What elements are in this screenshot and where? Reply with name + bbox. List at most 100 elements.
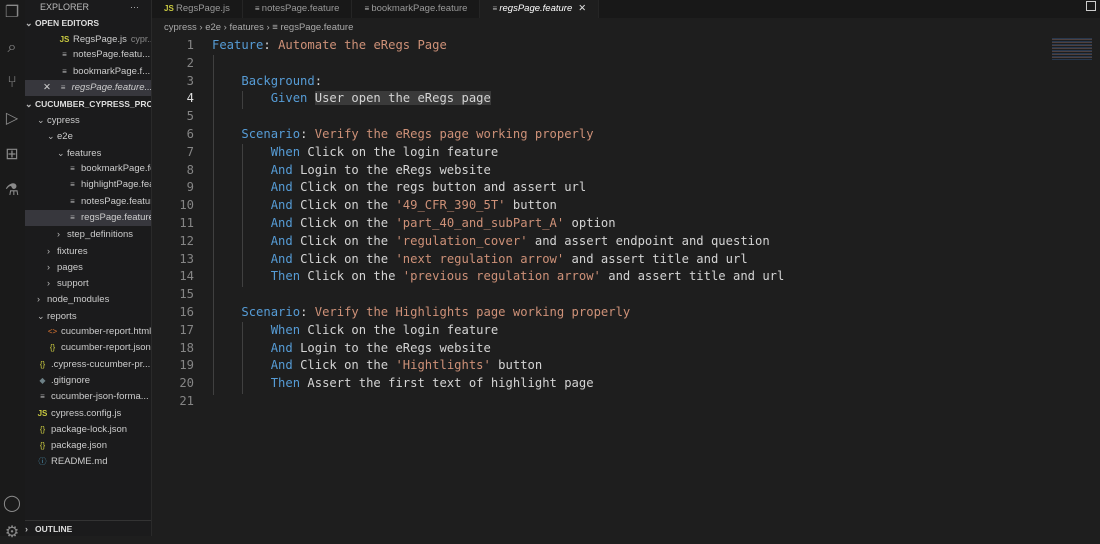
line-number: 19 — [179, 358, 194, 373]
folder-item[interactable]: ⌄ reports — [25, 308, 151, 324]
line-number: 14 — [179, 269, 194, 284]
code-line[interactable]: And Click on the 'part_40_and_subPart_A'… — [212, 216, 616, 230]
code-line[interactable]: Feature: Automate the eRegs Page — [212, 38, 447, 52]
close-icon[interactable]: ✕ — [43, 82, 54, 93]
outline-header[interactable]: › OUTLINE — [25, 520, 151, 536]
run-debug-icon[interactable]: ▷ — [1, 108, 23, 130]
code-line[interactable]: And Click on the '49_CFR_390_5T' button — [212, 198, 557, 212]
code-line[interactable]: And Login to the eRegs website — [212, 163, 491, 177]
code-line[interactable]: And Click on the 'next regulation arrow'… — [212, 252, 748, 266]
code-line[interactable]: And Click on the 'Hightlights' button — [212, 358, 543, 372]
file-item[interactable]: ⓘ README.md — [25, 454, 151, 470]
account-icon[interactable]: ◯ — [1, 493, 23, 515]
file-item[interactable]: <> cucumber-report.html — [25, 324, 151, 340]
text-token: Click on the — [300, 251, 396, 266]
file-item[interactable]: {} .cypress-cucumber-pr... — [25, 357, 151, 373]
code-line[interactable]: When Click on the login feature — [212, 145, 498, 159]
folder-item[interactable]: › pages — [25, 259, 151, 275]
tab-regspage-feature[interactable]: ≡ regsPage.feature ✕ — [480, 0, 600, 18]
folder-item[interactable]: › step_definitions — [25, 226, 151, 242]
code-line[interactable]: When Click on the login feature — [212, 323, 498, 337]
folder-item[interactable]: ⌄ e2e — [25, 128, 151, 144]
breadcrumb-item[interactable]: regsPage.feature — [280, 22, 353, 33]
code-line[interactable]: And Click on the 'regulation_cover' and … — [212, 234, 770, 248]
breadcrumb-item[interactable]: e2e — [205, 22, 221, 33]
tab-regspage-js[interactable]: JS RegsPage.js — [152, 0, 243, 18]
folder-item[interactable]: › fixtures — [25, 243, 151, 259]
file-item[interactable]: ≡ bookmarkPage.fe... — [25, 161, 151, 177]
string-token: 'previous regulation arrow' — [402, 269, 601, 284]
file-item[interactable]: {} package.json — [25, 438, 151, 454]
tab-label: bookmarkPage.feature — [371, 3, 468, 14]
code-line[interactable]: Scenario: Verify the eRegs page working … — [212, 127, 593, 141]
file-item[interactable]: JS cypress.config.js — [25, 406, 151, 422]
line-number: 18 — [179, 340, 194, 355]
line-number: 10 — [179, 198, 194, 213]
file-item[interactable]: ◆ .gitignore — [25, 373, 151, 389]
breadcrumb-separator-icon: › — [263, 22, 273, 33]
folder-item[interactable]: ⌄ cypress — [25, 112, 151, 128]
project-header[interactable]: ⌄ CUCUMBER_CYPRESS_PRO... — [25, 96, 151, 112]
minimap[interactable] — [1052, 38, 1092, 60]
file-feat-icon: ≡ — [60, 82, 66, 92]
item-name: reports — [47, 310, 77, 322]
file-feat-icon: ≡ — [62, 50, 67, 60]
outline-label: OUTLINE — [35, 524, 73, 534]
tab-label: RegsPage.js — [176, 3, 230, 14]
file-item[interactable]: ≡ highlightPage.fea... — [25, 177, 151, 193]
open-editor-item[interactable]: ≡ bookmarkPage.f... — [25, 64, 151, 80]
code-editor[interactable]: 1 Feature: Automate the eRegs Page 2 3 Back… — [152, 37, 1100, 536]
string-token: 'regulation_cover' — [395, 233, 528, 248]
extensions-icon[interactable]: ⊞ — [1, 144, 23, 166]
tab-bookmarkpage-feature[interactable]: ≡ bookmarkPage.feature — [352, 0, 481, 18]
open-editor-item[interactable]: JSRegsPage.jscypr... — [25, 31, 151, 47]
file-item[interactable]: {} package-lock.json — [25, 422, 151, 438]
line-number: 15 — [179, 287, 194, 302]
code-line[interactable]: And Click on the regs button and assert … — [212, 180, 587, 194]
split-editor-icon[interactable] — [1086, 1, 1096, 11]
source-control-icon[interactable]: ⑂ — [1, 72, 23, 94]
item-name: bookmarkPage.fe... — [81, 163, 151, 175]
breadcrumb-item[interactable]: cypress — [164, 22, 197, 33]
file-item[interactable]: ≡ notesPage.feature — [25, 194, 151, 210]
breadcrumb-item[interactable]: features — [230, 22, 264, 33]
open-editor-item[interactable]: ≡ notesPage.featu... — [25, 47, 151, 63]
explorer-sidebar: EXPLORER ··· ⌄ OPEN EDITORS JS RegsPage.js c… — [25, 0, 152, 536]
file-item[interactable]: {} cucumber-report.json — [25, 340, 151, 356]
chevron-down-icon: ⌄ — [37, 310, 45, 321]
code-line[interactable]: Background: — [212, 74, 322, 88]
folder-item[interactable]: › node_modules — [25, 291, 151, 307]
code-line[interactable]: Given User open the eRegs page — [212, 91, 491, 106]
text-token: Click on the — [300, 216, 396, 230]
gherkin-keyword: When — [270, 322, 308, 337]
item-name: node_modules — [47, 294, 110, 306]
testing-icon[interactable]: ⚗ — [1, 180, 23, 202]
file-item[interactable]: ≡ regsPage.feature — [25, 209, 151, 227]
chevron-right-icon: › — [37, 294, 40, 305]
settings-icon[interactable]: ⚙ — [1, 522, 23, 544]
gherkin-keyword: And — [270, 340, 301, 355]
text-token: Click on the — [300, 198, 396, 213]
search-icon[interactable]: ⌕ — [1, 37, 23, 59]
close-tab-icon[interactable]: ✕ — [578, 3, 586, 14]
explorer-icon[interactable]: ❐ — [1, 2, 23, 24]
text-token: Login to the eRegs website — [300, 162, 491, 177]
tab-notespage-feature[interactable]: ≡ notesPage.feature — [243, 0, 353, 18]
folder-item[interactable]: ⌄ features — [25, 145, 151, 161]
code-line[interactable]: And Login to the eRegs website — [212, 341, 491, 355]
folder-item[interactable]: › support — [25, 275, 151, 291]
open-editors-header[interactable]: ⌄ OPEN EDITORS — [25, 15, 151, 31]
file-name: bookmarkPage.f... — [73, 65, 151, 77]
line-number: 13 — [179, 251, 194, 266]
code-line[interactable]: Then Click on the 'previous regulation a… — [212, 269, 785, 284]
text-token: and assert title and url — [600, 269, 785, 284]
more-actions-button[interactable]: ··· — [130, 0, 139, 15]
code-line[interactable]: Scenario: Verify the Highlights page wor… — [212, 305, 630, 319]
open-editor-item[interactable]: ✕ ≡ regsPage.feature... — [25, 79, 151, 97]
code-line[interactable]: Then Assert the first text of highlight … — [212, 376, 594, 390]
file-item[interactable]: ≡ cucumber-json-forma... — [25, 389, 151, 405]
